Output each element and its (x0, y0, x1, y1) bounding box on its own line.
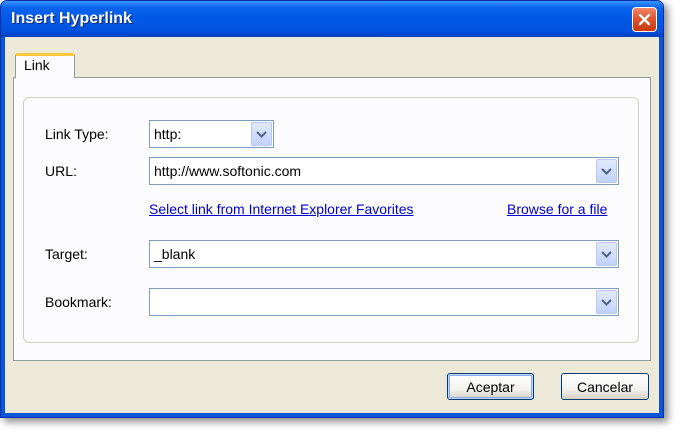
dialog-title: Insert Hyperlink (11, 10, 132, 27)
tab-link-label: Link (24, 57, 50, 73)
chevron-down-icon (601, 250, 612, 258)
ok-button[interactable]: Aceptar (447, 373, 534, 400)
bookmark-dropdown-button[interactable] (596, 290, 617, 314)
cancel-button[interactable]: Cancelar (561, 373, 649, 400)
link-type-dropdown-button[interactable] (251, 122, 272, 146)
insert-hyperlink-dialog: Insert Hyperlink Link Link Type: http: U… (0, 0, 664, 418)
close-button[interactable] (632, 7, 657, 32)
chevron-down-icon (256, 130, 267, 138)
select-favorites-link[interactable]: Select link from Internet Explorer Favor… (149, 201, 414, 217)
chevron-down-icon (601, 298, 612, 306)
bookmark-label: Bookmark: (45, 294, 112, 310)
link-type-label: Link Type: (45, 126, 109, 142)
tab-link[interactable]: Link (15, 53, 75, 78)
target-combobox[interactable]: _blank (149, 240, 619, 268)
target-value: _blank (154, 246, 196, 262)
chevron-down-icon (601, 167, 612, 175)
url-dropdown-button[interactable] (596, 159, 617, 183)
browse-file-link[interactable]: Browse for a file (507, 201, 607, 217)
close-icon (638, 13, 651, 26)
title-bar[interactable]: Insert Hyperlink (1, 1, 663, 37)
url-label: URL: (45, 163, 77, 179)
bookmark-combobox[interactable] (149, 288, 619, 316)
link-type-value: http: (154, 126, 182, 142)
url-value: http://www.softonic.com (154, 163, 302, 179)
url-combobox[interactable]: http://www.softonic.com (149, 157, 619, 185)
dialog-body: Link Link Type: http: URL: http://www.so… (5, 37, 659, 413)
target-dropdown-button[interactable] (596, 242, 617, 266)
target-label: Target: (45, 246, 88, 262)
link-type-select[interactable]: http: (149, 120, 274, 148)
